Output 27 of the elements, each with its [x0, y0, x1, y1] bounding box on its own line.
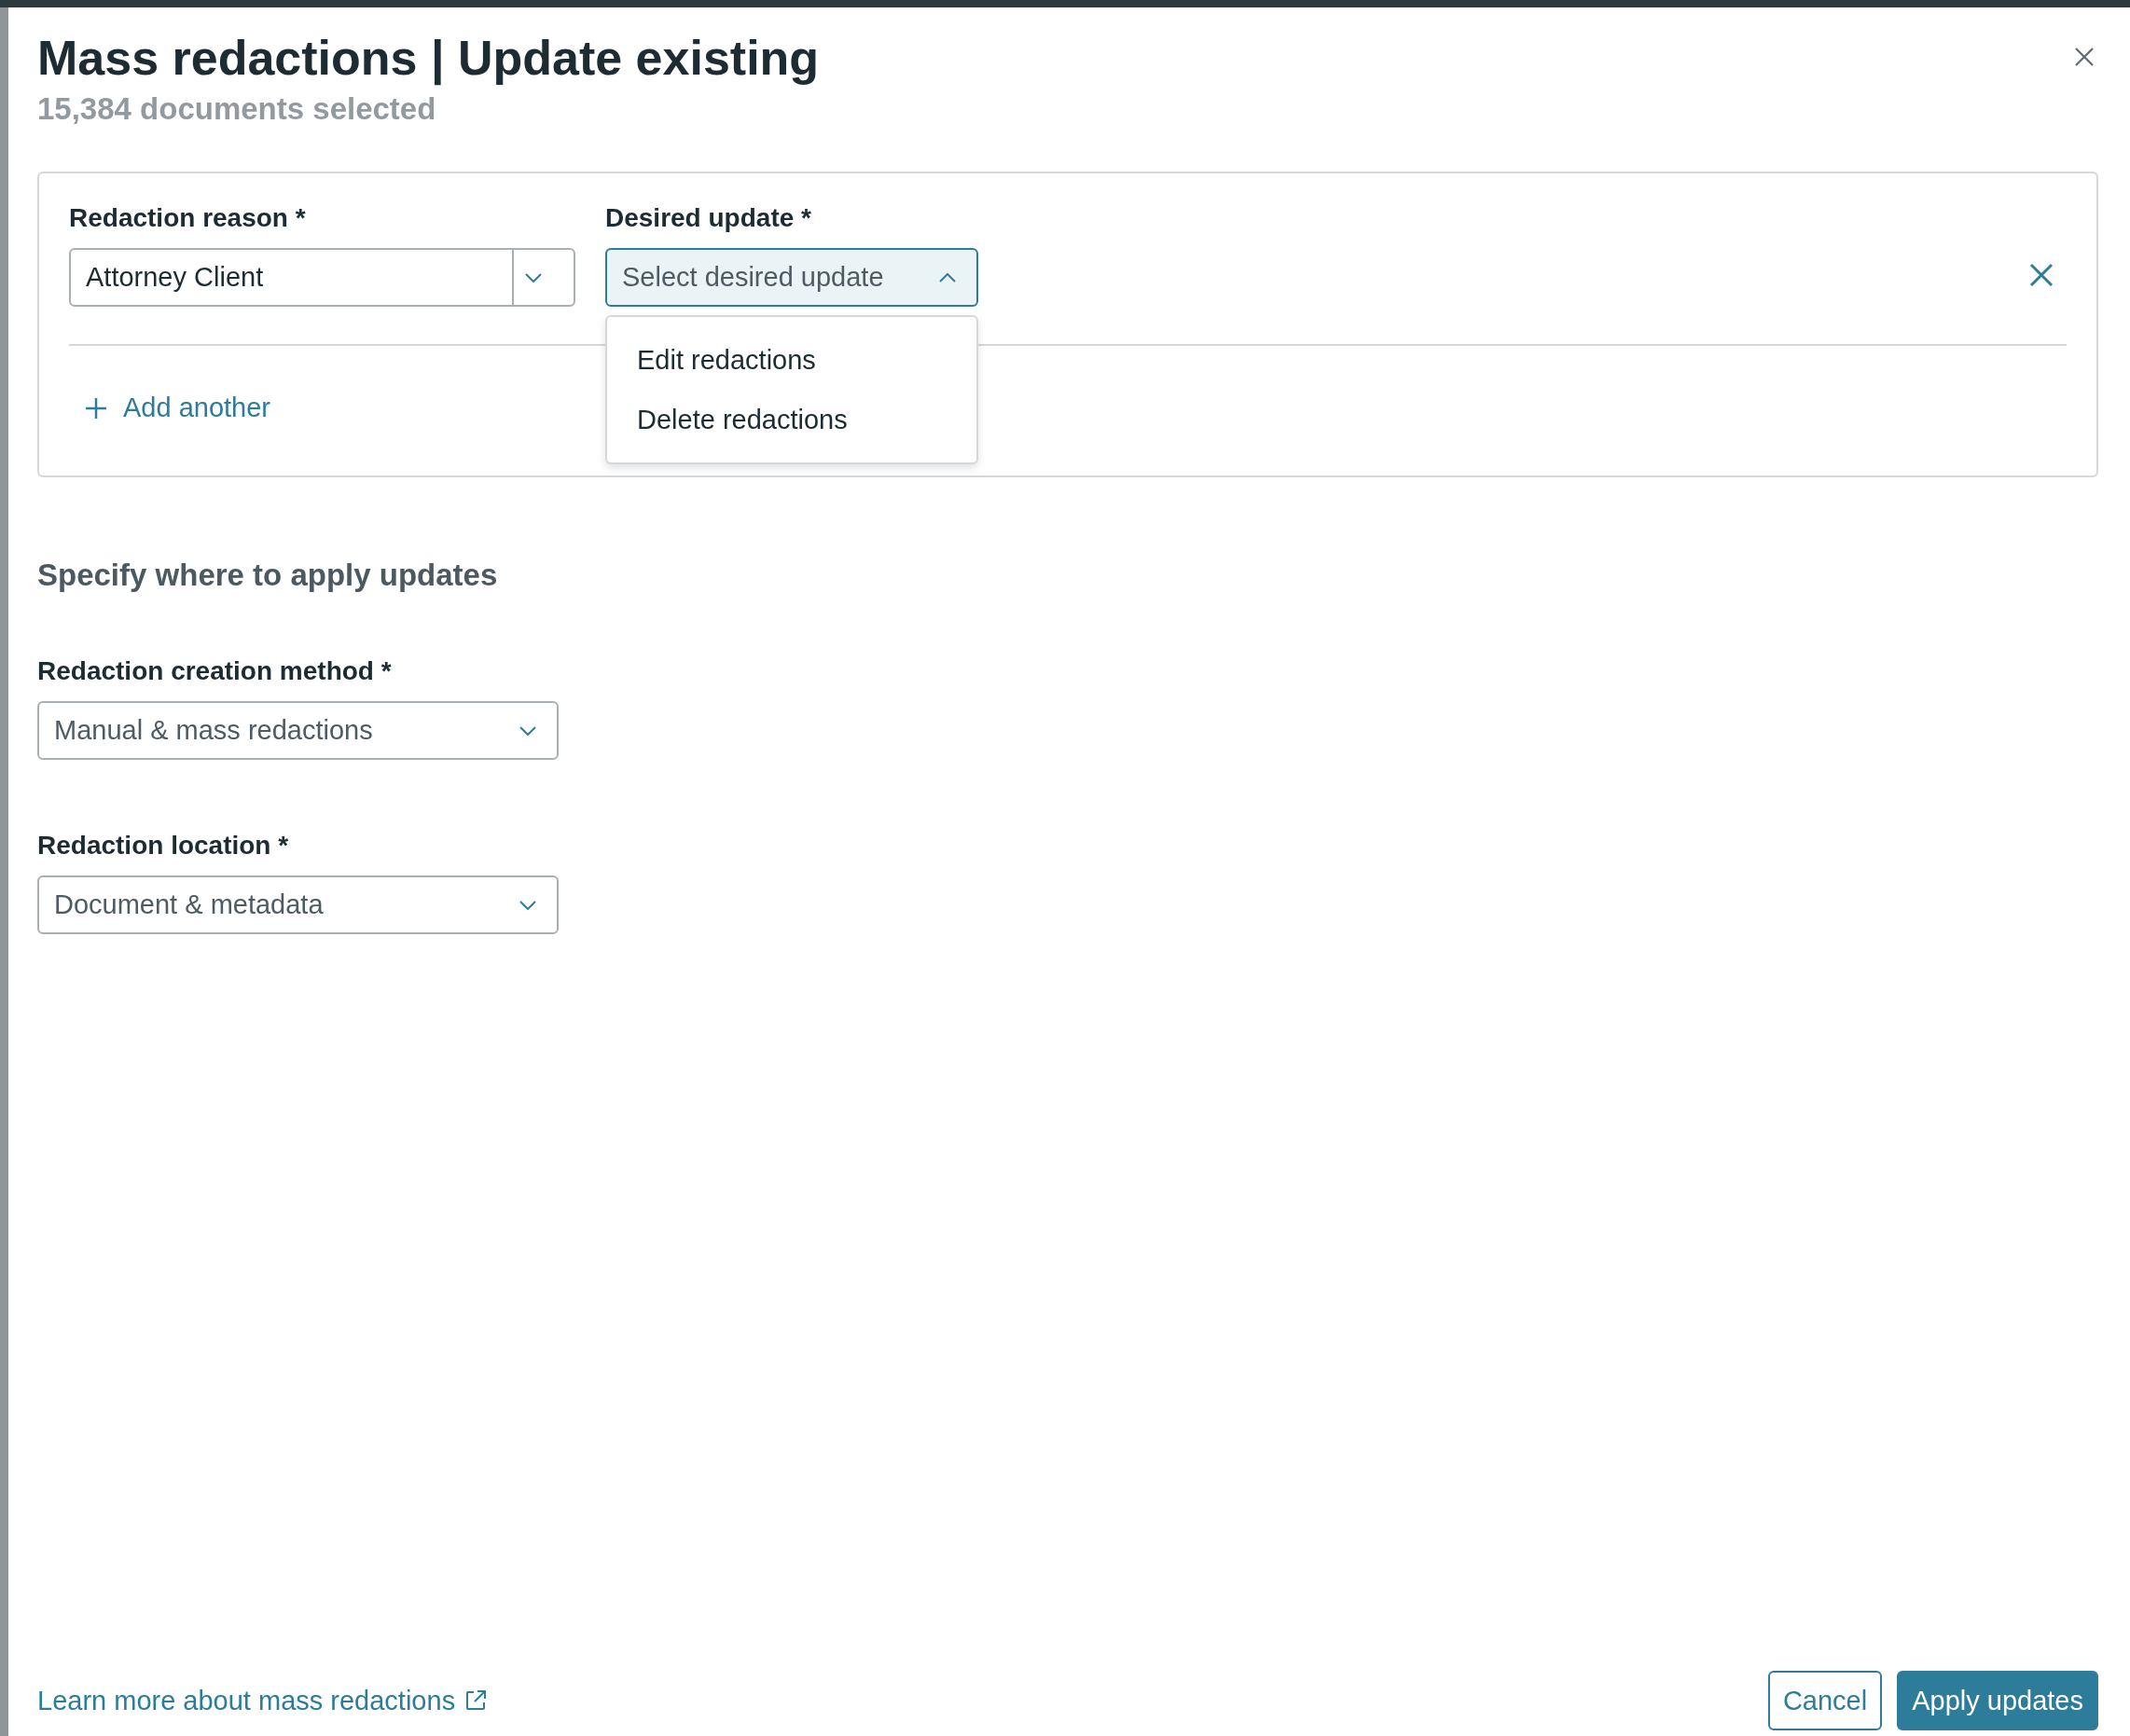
caret-icon [519, 725, 536, 736]
dialog-title: Mass redactions | Update existing [37, 30, 820, 88]
close-icon [2029, 263, 2054, 287]
field-label: Redaction location * [37, 830, 290, 861]
caret-icon [939, 272, 956, 282]
field-label: Redaction reason * [69, 202, 307, 234]
caret-icon [525, 272, 542, 282]
learn-more-link[interactable]: Learn more about mass redactions [37, 1685, 488, 1716]
remove-button[interactable] [2029, 263, 2054, 287]
dialog-subtitle: 15,384 documents selected [37, 91, 437, 127]
section-heading: Specify where to apply updates [37, 558, 499, 593]
add-another-button[interactable]: Add another [69, 393, 270, 423]
update-select[interactable]: Select desired update [605, 248, 978, 307]
field-label: Redaction creation method * [37, 655, 393, 687]
reason-select[interactable]: Attorney Client [69, 248, 575, 307]
close-button[interactable] [2074, 47, 2095, 67]
menu-item[interactable]: Edit redactions [607, 330, 976, 390]
caret-icon [519, 900, 536, 910]
external-link-icon [464, 1689, 488, 1712]
cancel-button[interactable]: Cancel [1767, 1671, 1883, 1730]
select-field[interactable]: Document & metadata [37, 875, 559, 934]
menu-item[interactable]: Delete redactions [607, 390, 976, 449]
close-icon [2074, 47, 2095, 67]
apply-button[interactable]: Apply updates [1897, 1671, 2098, 1730]
select-field[interactable]: Manual & mass redactions [37, 701, 559, 760]
field-label: Desired update * [605, 202, 812, 234]
plus-icon [86, 397, 106, 419]
